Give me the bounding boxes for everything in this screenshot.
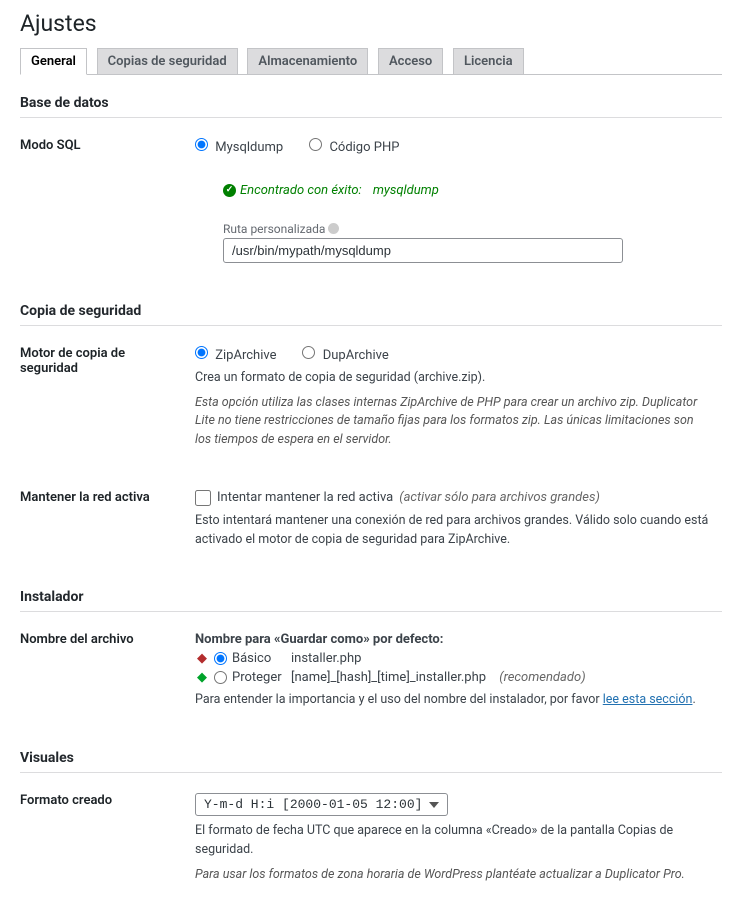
section-backup-heading: Copia de seguridad [20,283,722,326]
basic-label: Básico [232,651,286,666]
engine-desc2: Esta opción utiliza las clases internas … [195,394,712,450]
installer-footnote: Para entender la importancia y el uso de… [195,691,712,710]
tab-backups[interactable]: Copias de seguridad [97,48,238,75]
radio-php-label[interactable]: Código PHP [309,138,399,155]
visuals-desc1: El formato de fecha UTC que aparece en l… [195,822,712,860]
page-title: Ajustes [20,0,722,43]
saveas-label: Nombre para «Guardar como» por defecto: [195,632,712,647]
shield-icon: ◆ [195,670,209,685]
tab-general[interactable]: General [20,48,87,75]
visuals-desc2: Para usar los formatos de zona horaria d… [195,866,712,885]
success-value: mysqldump [373,183,439,198]
tab-access[interactable]: Acceso [378,48,443,75]
keepalive-paren: (activar sólo para archivos grandes) [399,490,600,505]
tabs-nav: General Copias de seguridad Almacenamien… [20,43,722,75]
keepalive-checkbox-text: Intentar mantener la red activa [217,490,393,505]
read-section-link[interactable]: lee esta sección [603,692,693,707]
keepalive-label: Mantener la red activa [20,470,195,570]
protect-label: Proteger [232,670,286,685]
radio-zip-label[interactable]: ZipArchive [195,346,276,363]
format-label: Formato creado [20,773,195,904]
success-prefix: Encontrado con éxito: [240,183,362,198]
radio-dup-label[interactable]: DupArchive [302,346,388,363]
footnote-prefix: Para entender la importancia y el uso de… [195,692,603,707]
radio-php-text: Código PHP [329,140,399,155]
radio-duparchive[interactable] [302,346,315,359]
radio-mysqldump-label[interactable]: Mysqldump [195,138,283,155]
engine-desc1: Crea un formato de copia de seguridad (a… [195,369,712,388]
protect-recommended: (recomendado) [499,670,585,685]
tab-storage[interactable]: Almacenamiento [247,48,368,75]
keepalive-desc: Esto intentará mantener una conexión de … [195,512,712,550]
radio-ziparchive[interactable] [195,346,208,359]
radio-basic[interactable] [214,652,227,665]
radio-dup-text: DupArchive [323,348,389,363]
basic-value: installer.php [291,651,361,666]
radio-mysqldump[interactable] [195,138,208,151]
protect-value: [name]_[hash]_[time]_installer.php [291,670,486,685]
success-message: ✓ Encontrado con éxito: mysqldump [223,183,712,198]
check-circle-icon: ✓ [223,184,236,197]
sql-mode-label: Modo SQL [20,118,195,283]
radio-zip-text: ZipArchive [215,348,276,363]
shield-icon: ◆ [195,651,209,666]
tab-license[interactable]: Licencia [453,48,524,75]
help-icon[interactable] [328,223,339,234]
section-database-heading: Base de datos [20,75,722,118]
radio-mysqldump-text: Mysqldump [215,140,283,155]
custom-path-label: Ruta personalizada [223,222,325,236]
section-visuals-heading: Visuales [20,730,722,773]
engine-label: Motor de copia de seguridad [20,326,195,470]
radio-protect[interactable] [214,671,227,684]
keepalive-checkbox[interactable] [195,490,211,506]
format-select[interactable]: Y-m-d H:i [2000-01-05 12:00] [195,793,448,816]
custom-path-input[interactable] [223,238,623,263]
section-installer-heading: Instalador [20,569,722,612]
radio-php[interactable] [309,138,322,151]
filename-label: Nombre del archivo [20,612,195,730]
footnote-suffix: . [692,692,695,707]
